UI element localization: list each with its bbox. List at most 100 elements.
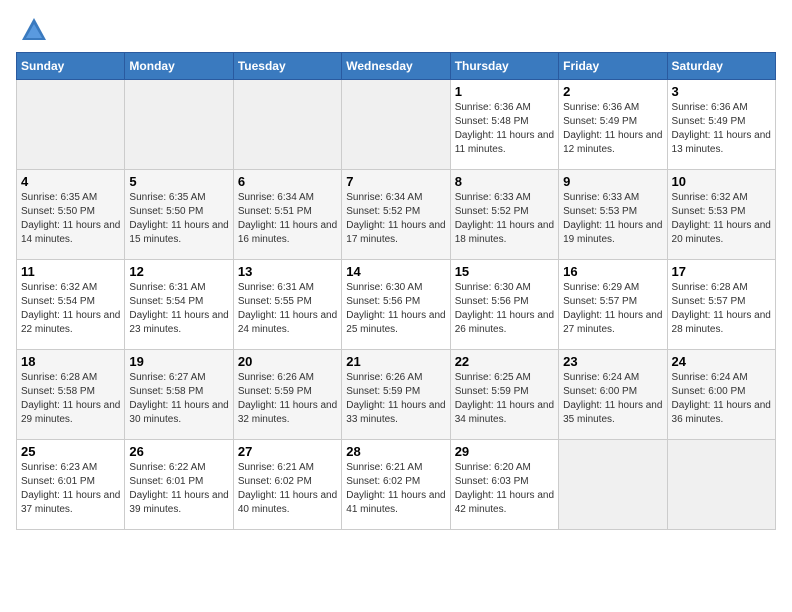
day-number: 4 bbox=[21, 174, 120, 189]
day-header-tuesday: Tuesday bbox=[233, 53, 341, 80]
day-header-friday: Friday bbox=[559, 53, 667, 80]
day-number: 25 bbox=[21, 444, 120, 459]
day-number: 24 bbox=[672, 354, 771, 369]
day-number: 17 bbox=[672, 264, 771, 279]
day-cell: 24 Sunrise: 6:24 AMSunset: 6:00 PMDayligh… bbox=[667, 350, 775, 440]
day-number: 3 bbox=[672, 84, 771, 99]
day-cell: 15 Sunrise: 6:30 AMSunset: 5:56 PMDayligh… bbox=[450, 260, 558, 350]
day-info: Sunrise: 6:33 AMSunset: 5:52 PMDaylight:… bbox=[455, 191, 554, 247]
day-number: 11 bbox=[21, 264, 120, 279]
day-info: Sunrise: 6:26 AMSunset: 5:59 PMDaylight:… bbox=[346, 371, 445, 427]
day-cell: 3 Sunrise: 6:36 AMSunset: 5:49 PMDaylight… bbox=[667, 80, 775, 170]
day-number: 7 bbox=[346, 174, 445, 189]
day-info: Sunrise: 6:23 AMSunset: 6:01 PMDaylight:… bbox=[21, 461, 120, 517]
calendar-table: SundayMondayTuesdayWednesdayThursdayFrid… bbox=[16, 52, 776, 530]
day-cell bbox=[667, 440, 775, 530]
day-info: Sunrise: 6:22 AMSunset: 6:01 PMDaylight:… bbox=[129, 461, 228, 517]
day-cell: 9 Sunrise: 6:33 AMSunset: 5:53 PMDaylight… bbox=[559, 170, 667, 260]
day-number: 13 bbox=[238, 264, 337, 279]
day-cell bbox=[233, 80, 341, 170]
day-info: Sunrise: 6:20 AMSunset: 6:03 PMDaylight:… bbox=[455, 461, 554, 517]
day-header-thursday: Thursday bbox=[450, 53, 558, 80]
day-info: Sunrise: 6:26 AMSunset: 5:59 PMDaylight:… bbox=[238, 371, 337, 427]
day-info: Sunrise: 6:36 AMSunset: 5:49 PMDaylight:… bbox=[563, 101, 662, 157]
day-header-monday: Monday bbox=[125, 53, 233, 80]
day-cell: 2 Sunrise: 6:36 AMSunset: 5:49 PMDaylight… bbox=[559, 80, 667, 170]
day-info: Sunrise: 6:24 AMSunset: 6:00 PMDaylight:… bbox=[563, 371, 662, 427]
day-number: 10 bbox=[672, 174, 771, 189]
day-number: 14 bbox=[346, 264, 445, 279]
week-row-4: 18 Sunrise: 6:28 AMSunset: 5:58 PMDayligh… bbox=[17, 350, 776, 440]
day-cell: 23 Sunrise: 6:24 AMSunset: 6:00 PMDayligh… bbox=[559, 350, 667, 440]
day-info: Sunrise: 6:35 AMSunset: 5:50 PMDaylight:… bbox=[129, 191, 228, 247]
day-number: 22 bbox=[455, 354, 554, 369]
day-info: Sunrise: 6:28 AMSunset: 5:57 PMDaylight:… bbox=[672, 281, 771, 337]
day-cell: 7Sunrise: 6:34 AMSunset: 5:52 PMDaylight… bbox=[342, 170, 450, 260]
day-cell: 10 Sunrise: 6:32 AMSunset: 5:53 PMDayligh… bbox=[667, 170, 775, 260]
day-info: Sunrise: 6:34 AMSunset: 5:51 PMDaylight:… bbox=[238, 191, 337, 247]
day-info: Sunrise: 6:30 AMSunset: 5:56 PMDaylight:… bbox=[455, 281, 554, 337]
day-number: 2 bbox=[563, 84, 662, 99]
day-number: 1 bbox=[455, 84, 554, 99]
logo-icon bbox=[20, 16, 48, 44]
day-info: Sunrise: 6:21 AMSunset: 6:02 PMDaylight:… bbox=[346, 461, 445, 517]
logo bbox=[16, 16, 48, 44]
day-cell: 16 Sunrise: 6:29 AMSunset: 5:57 PMDayligh… bbox=[559, 260, 667, 350]
day-number: 16 bbox=[563, 264, 662, 279]
day-header-sunday: Sunday bbox=[17, 53, 125, 80]
day-number: 20 bbox=[238, 354, 337, 369]
day-cell: 21 Sunrise: 6:26 AMSunset: 5:59 PMDayligh… bbox=[342, 350, 450, 440]
day-number: 15 bbox=[455, 264, 554, 279]
day-info: Sunrise: 6:33 AMSunset: 5:53 PMDaylight:… bbox=[563, 191, 662, 247]
week-row-3: 11 Sunrise: 6:32 AMSunset: 5:54 PMDayligh… bbox=[17, 260, 776, 350]
day-cell: 14 Sunrise: 6:30 AMSunset: 5:56 PMDayligh… bbox=[342, 260, 450, 350]
day-cell bbox=[125, 80, 233, 170]
day-number: 28 bbox=[346, 444, 445, 459]
day-cell: 19Sunrise: 6:27 AMSunset: 5:58 PMDayligh… bbox=[125, 350, 233, 440]
day-number: 18 bbox=[21, 354, 120, 369]
day-number: 8 bbox=[455, 174, 554, 189]
day-number: 5 bbox=[129, 174, 228, 189]
day-cell: 27Sunrise: 6:21 AMSunset: 6:02 PMDayligh… bbox=[233, 440, 341, 530]
day-info: Sunrise: 6:36 AMSunset: 5:48 PMDaylight:… bbox=[455, 101, 554, 157]
day-info: Sunrise: 6:32 AMSunset: 5:53 PMDaylight:… bbox=[672, 191, 771, 247]
day-info: Sunrise: 6:25 AMSunset: 5:59 PMDaylight:… bbox=[455, 371, 554, 427]
day-cell: 29 Sunrise: 6:20 AMSunset: 6:03 PMDayligh… bbox=[450, 440, 558, 530]
day-cell: 6 Sunrise: 6:34 AMSunset: 5:51 PMDaylight… bbox=[233, 170, 341, 260]
day-cell bbox=[342, 80, 450, 170]
day-number: 9 bbox=[563, 174, 662, 189]
page-header bbox=[16, 16, 776, 44]
day-cell: 13 Sunrise: 6:31 AMSunset: 5:55 PMDayligh… bbox=[233, 260, 341, 350]
day-cell: 28 Sunrise: 6:21 AMSunset: 6:02 PMDayligh… bbox=[342, 440, 450, 530]
day-info: Sunrise: 6:28 AMSunset: 5:58 PMDaylight:… bbox=[21, 371, 120, 427]
day-info: Sunrise: 6:35 AMSunset: 5:50 PMDaylight:… bbox=[21, 191, 120, 247]
week-row-2: 4 Sunrise: 6:35 AMSunset: 5:50 PMDaylight… bbox=[17, 170, 776, 260]
header-row: SundayMondayTuesdayWednesdayThursdayFrid… bbox=[17, 53, 776, 80]
day-number: 19 bbox=[129, 354, 228, 369]
day-cell: 17 Sunrise: 6:28 AMSunset: 5:57 PMDayligh… bbox=[667, 260, 775, 350]
day-info: Sunrise: 6:24 AMSunset: 6:00 PMDaylight:… bbox=[672, 371, 771, 427]
day-number: 26 bbox=[129, 444, 228, 459]
day-cell: 8 Sunrise: 6:33 AMSunset: 5:52 PMDaylight… bbox=[450, 170, 558, 260]
day-info: Sunrise: 6:31 AMSunset: 5:54 PMDaylight:… bbox=[129, 281, 228, 337]
day-info: Sunrise: 6:31 AMSunset: 5:55 PMDaylight:… bbox=[238, 281, 337, 337]
day-info: Sunrise: 6:29 AMSunset: 5:57 PMDaylight:… bbox=[563, 281, 662, 337]
day-number: 29 bbox=[455, 444, 554, 459]
day-number: 21 bbox=[346, 354, 445, 369]
day-number: 27 bbox=[238, 444, 337, 459]
day-cell bbox=[559, 440, 667, 530]
day-cell bbox=[17, 80, 125, 170]
day-cell: 22 Sunrise: 6:25 AMSunset: 5:59 PMDayligh… bbox=[450, 350, 558, 440]
day-info: Sunrise: 6:36 AMSunset: 5:49 PMDaylight:… bbox=[672, 101, 771, 157]
week-row-5: 25 Sunrise: 6:23 AMSunset: 6:01 PMDayligh… bbox=[17, 440, 776, 530]
day-cell: 1 Sunrise: 6:36 AMSunset: 5:48 PMDaylight… bbox=[450, 80, 558, 170]
day-cell: 11 Sunrise: 6:32 AMSunset: 5:54 PMDayligh… bbox=[17, 260, 125, 350]
day-info: Sunrise: 6:32 AMSunset: 5:54 PMDaylight:… bbox=[21, 281, 120, 337]
day-cell: 26 Sunrise: 6:22 AMSunset: 6:01 PMDayligh… bbox=[125, 440, 233, 530]
day-number: 23 bbox=[563, 354, 662, 369]
day-number: 12 bbox=[129, 264, 228, 279]
day-cell: 25 Sunrise: 6:23 AMSunset: 6:01 PMDayligh… bbox=[17, 440, 125, 530]
day-info: Sunrise: 6:30 AMSunset: 5:56 PMDaylight:… bbox=[346, 281, 445, 337]
day-number: 6 bbox=[238, 174, 337, 189]
day-header-saturday: Saturday bbox=[667, 53, 775, 80]
